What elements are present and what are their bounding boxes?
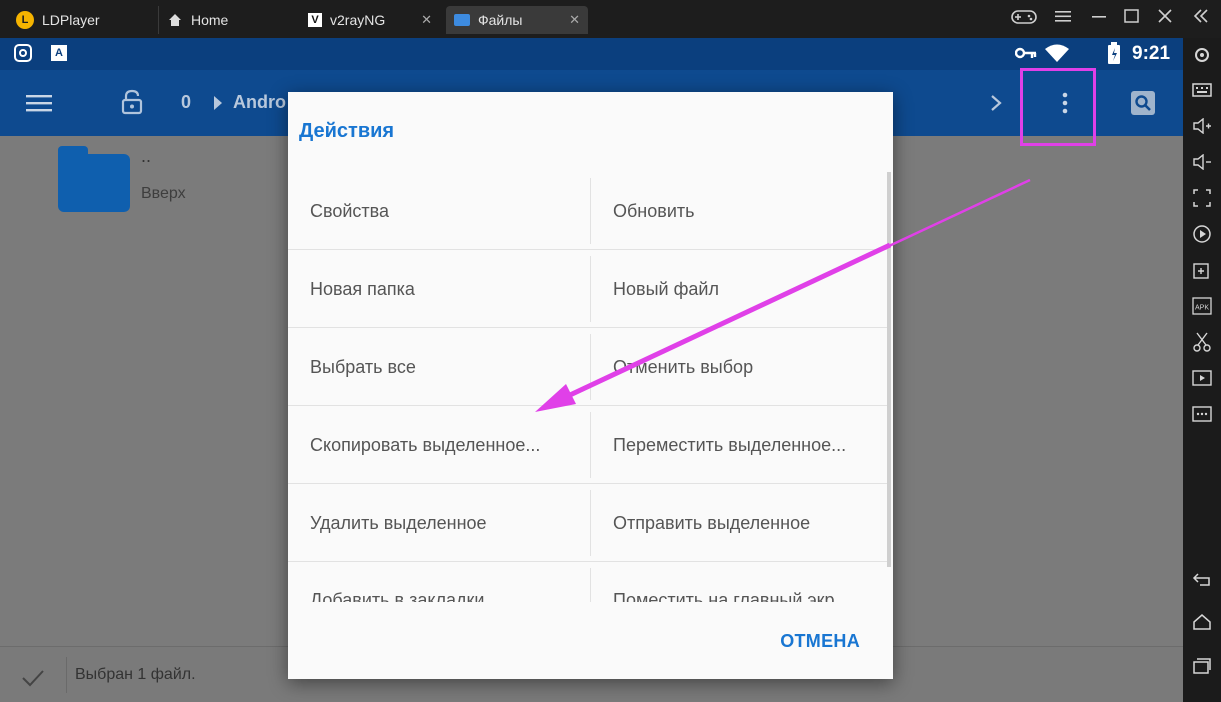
action-new-folder[interactable]: Новая папка [288,250,588,328]
cancel-button[interactable]: ОТМЕНА [780,631,860,652]
checkmark-icon[interactable] [22,669,44,687]
window-close-icon[interactable] [1157,8,1173,29]
android-status-bar: A 9:21 [0,38,1183,70]
volume-down-icon[interactable] [1191,151,1213,173]
tab-label: v2rayNG [330,12,386,28]
breadcrumb-segment[interactable]: Andro [233,92,286,113]
dialog-title: Действия [299,120,395,142]
record-icon[interactable] [1191,223,1213,245]
collapse-sidebar-icon[interactable] [1192,8,1210,29]
divider [66,657,67,693]
fullscreen-icon[interactable] [1191,187,1213,209]
recent-apps-icon[interactable] [1191,655,1213,677]
search-icon[interactable] [1131,91,1155,115]
action-move-selected[interactable]: Переместить выделенное... [590,406,880,484]
actions-dialog: Действия Свойства Обновить Новая папка Н… [288,92,893,679]
accessibility-app-icon: A [51,45,67,61]
folder-icon[interactable] [58,146,130,212]
maximize-icon[interactable] [1124,8,1140,29]
settings-icon[interactable] [1191,44,1213,66]
v2ray-icon: V [308,13,322,27]
wifi-icon [1045,44,1069,62]
action-new-file[interactable]: Новый файл [590,250,880,328]
action-copy-selected[interactable]: Скопировать выделенное... [288,406,588,484]
ldplayer-tab[interactable]: L LDPlayer [8,6,148,34]
action-refresh[interactable]: Обновить [590,172,880,250]
action-send-selected[interactable]: Отправить выделенное [590,484,880,562]
tab-v2rayng[interactable]: V v2rayNG ✕ [300,6,440,34]
vpn-key-icon [1015,47,1037,59]
actions-grid: Свойства Обновить Новая папка Новый файл… [288,172,888,602]
menu-icon[interactable] [1055,8,1071,29]
home-icon [169,14,181,26]
folder-icon [454,14,470,26]
android-home-icon[interactable] [1191,611,1213,633]
instagram-icon [14,44,32,62]
keyboard-icon[interactable] [1191,79,1213,101]
emulator-toolbar: APK [1183,38,1221,702]
svg-text:APK: APK [1195,305,1209,312]
action-add-bookmark[interactable]: Добавить в закладки [288,562,588,602]
emulator-titlebar: L LDPlayer Home V v2rayNG ✕ Файлы ✕ [0,0,1221,38]
more-options-icon[interactable] [1191,403,1213,425]
tab-label: Home [191,12,229,28]
scissors-icon[interactable] [1191,331,1213,353]
selection-status: Выбран 1 файл. [75,666,196,683]
breadcrumb-root[interactable]: 0 [181,92,191,113]
action-delete-selected[interactable]: Удалить выделенное [288,484,588,562]
volume-up-icon[interactable] [1191,115,1213,137]
list-item-name[interactable]: .. [141,146,151,167]
action-deselect[interactable]: Отменить выбор [590,328,880,406]
app-name: LDPlayer [42,12,100,28]
dialog-scrollbar[interactable] [887,172,891,567]
status-time: 9:21 [1132,43,1171,64]
action-properties[interactable]: Свойства [288,172,588,250]
tab-home[interactable]: Home [158,6,293,34]
hamburger-menu-icon[interactable] [26,94,52,112]
annotation-highlight-box [1020,68,1096,146]
battery-icon [1108,42,1120,64]
breadcrumb-chevron-icon [214,96,222,110]
close-tab-icon[interactable]: ✕ [421,12,432,28]
apk-install-icon[interactable]: APK [1191,295,1213,317]
back-icon[interactable] [1191,568,1213,590]
action-add-to-homescreen[interactable]: Поместить на главный экр... [590,562,880,602]
add-instance-icon[interactable] [1191,259,1213,281]
action-select-all[interactable]: Выбрать все [288,328,588,406]
chevron-right-icon[interactable] [990,94,1002,112]
tab-label: Файлы [478,12,523,28]
minimize-icon[interactable] [1092,8,1108,29]
gamepad-icon[interactable] [1011,8,1037,31]
video-icon[interactable] [1191,367,1213,389]
list-item-subtitle: Вверх [141,185,186,202]
tab-files[interactable]: Файлы ✕ [446,6,588,34]
android-screen: A 9:21 0 Andro .. Вверх Выбран 1 файл. Д… [0,38,1183,702]
lock-open-icon[interactable] [121,89,143,115]
close-tab-icon[interactable]: ✕ [569,12,580,28]
ldplayer-logo-icon: L [16,11,34,29]
